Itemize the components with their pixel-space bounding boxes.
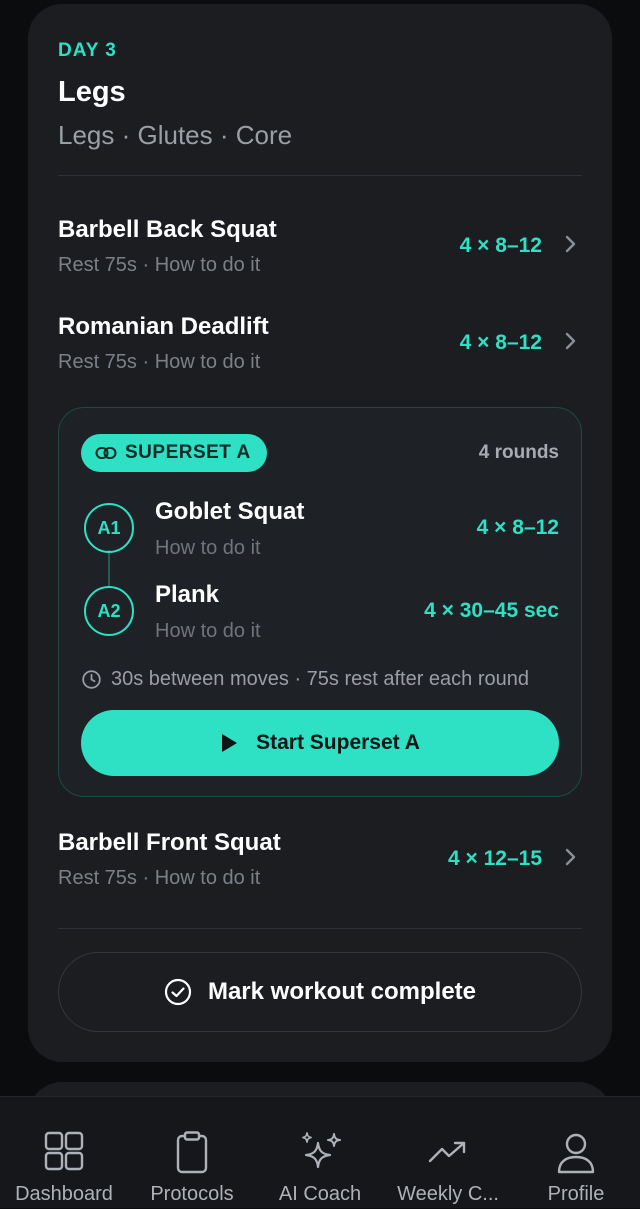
mark-complete-label: Mark workout complete bbox=[207, 978, 477, 1005]
nav-label: AI Coach bbox=[278, 1183, 362, 1205]
superset-exercise-sets: 4 × 30–45 sec bbox=[424, 599, 559, 622]
bottom-nav: Dashboard Protocols AI Coach Weekly C...… bbox=[0, 1096, 640, 1208]
nav-label: Protocols bbox=[150, 1183, 234, 1205]
workout-day-card: DAY 3 Legs Legs · Glutes · Core Barbell … bbox=[28, 4, 612, 1062]
exercise-row[interactable]: Barbell Back Squat Rest 75s · How to do … bbox=[58, 216, 582, 296]
divider bbox=[58, 175, 582, 176]
superset-rest-note: 30s between moves · 75s rest after each … bbox=[81, 668, 529, 691]
check-circle-icon bbox=[164, 978, 192, 1006]
workout-title: Legs bbox=[58, 76, 126, 108]
workout-subtitle: Legs · Glutes · Core bbox=[58, 120, 293, 150]
sparkles-icon bbox=[302, 1132, 341, 1169]
nav-profile[interactable]: Profile bbox=[512, 1097, 640, 1209]
superset-rounds: 4 rounds bbox=[478, 442, 559, 463]
step-badge: A2 bbox=[84, 586, 134, 636]
clock-icon bbox=[82, 670, 101, 689]
nav-label: Dashboard bbox=[15, 1183, 113, 1205]
nav-label: Profile bbox=[547, 1183, 605, 1205]
superset-exercise-name: Goblet Squat bbox=[155, 498, 305, 525]
step-connector bbox=[108, 550, 110, 586]
superset-exercise-sets: 4 × 8–12 bbox=[476, 516, 559, 539]
superset-badge: SUPERSET A bbox=[81, 434, 267, 472]
how-to-link[interactable]: How to do it bbox=[155, 537, 261, 560]
link-icon bbox=[95, 447, 117, 459]
chevron-right-icon bbox=[565, 332, 576, 350]
divider bbox=[58, 928, 582, 929]
superset-card: SUPERSET A 4 rounds A1 Goblet Squat How … bbox=[58, 407, 582, 797]
start-superset-button[interactable]: Start Superset A bbox=[81, 710, 559, 776]
nav-dashboard[interactable]: Dashboard bbox=[0, 1097, 128, 1209]
start-superset-label: Start Superset A bbox=[256, 731, 420, 754]
superset-note-text: 30s between moves · 75s rest after each … bbox=[111, 668, 530, 690]
exercise-sets: 4 × 8–12 bbox=[459, 234, 542, 257]
user-icon bbox=[557, 1133, 595, 1174]
nav-protocols[interactable]: Protocols bbox=[128, 1097, 256, 1209]
nav-label: Weekly C... bbox=[397, 1183, 499, 1205]
chevron-right-icon bbox=[565, 235, 576, 253]
exercise-name: Barbell Front Squat bbox=[58, 829, 281, 856]
mark-complete-button[interactable]: Mark workout complete bbox=[58, 952, 582, 1032]
exercise-row[interactable]: Barbell Front Squat Rest 75s · How to do… bbox=[58, 829, 582, 909]
exercise-rest-howto[interactable]: Rest 75s · How to do it bbox=[58, 254, 260, 277]
nav-ai-coach[interactable]: AI Coach bbox=[256, 1097, 384, 1209]
exercise-rest-howto[interactable]: Rest 75s · How to do it bbox=[58, 351, 260, 374]
exercise-sets: 4 × 12–15 bbox=[447, 847, 542, 870]
exercise-rest-howto[interactable]: Rest 75s · How to do it bbox=[58, 867, 260, 890]
play-icon bbox=[222, 734, 238, 752]
step-badge: A1 bbox=[84, 503, 134, 553]
superset-exercise-name: Plank bbox=[155, 581, 220, 608]
superset-badge-label: SUPERSET A bbox=[125, 442, 251, 463]
grid-icon bbox=[44, 1131, 84, 1171]
how-to-link[interactable]: How to do it bbox=[155, 620, 261, 643]
exercise-name: Barbell Back Squat bbox=[58, 216, 277, 243]
exercise-name: Romanian Deadlift bbox=[58, 313, 269, 340]
nav-weekly[interactable]: Weekly C... bbox=[384, 1097, 512, 1209]
trending-up-icon bbox=[428, 1141, 466, 1163]
exercise-row[interactable]: Romanian Deadlift Rest 75s · How to do i… bbox=[58, 313, 582, 393]
clipboard-icon bbox=[176, 1131, 208, 1174]
exercise-sets: 4 × 8–12 bbox=[459, 331, 542, 354]
day-label: DAY 3 bbox=[58, 40, 117, 61]
chevron-right-icon bbox=[565, 848, 576, 866]
